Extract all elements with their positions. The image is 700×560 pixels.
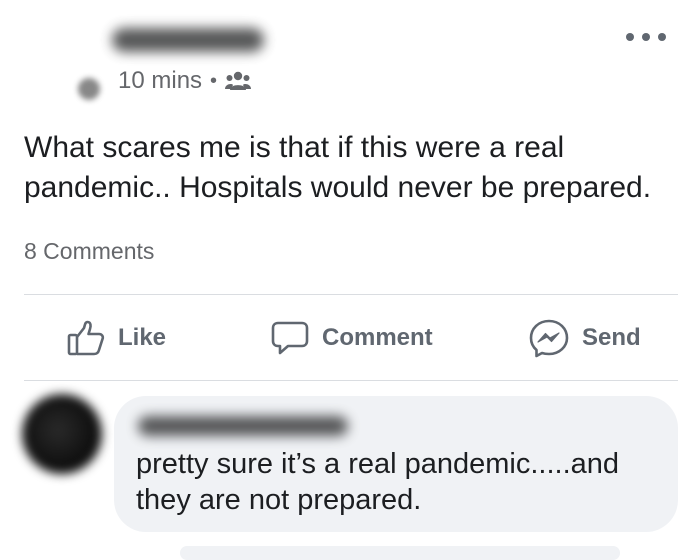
more-options-icon[interactable] <box>626 26 666 48</box>
comment-text: pretty sure it’s a real pandemic.....and… <box>136 448 620 516</box>
comment-label: Comment <box>322 324 433 351</box>
messenger-icon <box>528 318 570 358</box>
like-button[interactable]: Like <box>66 296 166 380</box>
action-bar: Like Comment Send <box>0 296 700 380</box>
comment-button[interactable]: Comment <box>270 296 433 380</box>
like-label: Like <box>118 324 167 351</box>
friends-icon[interactable] <box>225 70 252 92</box>
post-meta: 10 mins • <box>118 66 252 96</box>
author-name-blurred[interactable] <box>112 28 264 52</box>
post-card: 10 mins • What scares me is that if this… <box>0 0 700 560</box>
divider-top <box>24 294 678 295</box>
send-button[interactable]: Send <box>528 296 641 380</box>
thumbs-up-icon <box>66 319 106 357</box>
meta-separator: • <box>210 69 218 92</box>
comment-bubble: pretty sure it’s a real pandemic.....and… <box>114 396 678 532</box>
speech-bubble-icon <box>270 319 310 357</box>
post-timestamp[interactable]: 10 mins <box>118 67 202 95</box>
send-label: Send <box>582 324 641 351</box>
divider-bottom <box>24 380 678 381</box>
next-comment-bubble <box>180 546 620 560</box>
author-avatar-blurred[interactable] <box>78 78 100 100</box>
commenter-name-blurred[interactable] <box>138 416 348 436</box>
commenter-avatar-blurred[interactable] <box>22 394 102 474</box>
post-text: What scares me is that if this were a re… <box>24 131 652 204</box>
comment-count-link[interactable]: 8 Comments <box>24 238 154 265</box>
